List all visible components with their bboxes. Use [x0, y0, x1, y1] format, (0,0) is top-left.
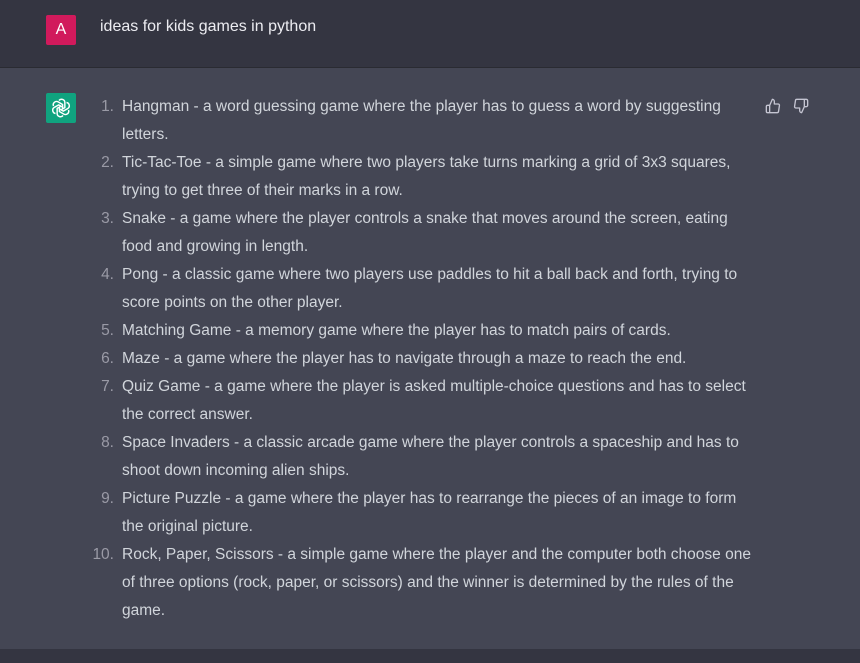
list-item: 5. Matching Game - a memory game where th…	[90, 317, 760, 345]
list-item-number: 7.	[101, 378, 114, 395]
list-item-number: 9.	[101, 490, 114, 507]
list-item-text: Hangman - a word guessing game where the…	[122, 98, 721, 143]
user-message-text: ideas for kids games in python	[100, 18, 317, 35]
list-item: 8. Space Invaders - a classic arcade game…	[90, 429, 760, 485]
bottom-bar	[0, 649, 860, 663]
thumbs-down-icon	[793, 98, 809, 114]
list-item: 3. Snake - a game where the player contro…	[90, 205, 760, 261]
list-item-text: Rock, Paper, Scissors - a simple game wh…	[122, 546, 751, 619]
list-item-number: 1.	[101, 98, 114, 115]
list-item-text: Picture Puzzle - a game where the player…	[122, 490, 737, 535]
list-item-text: Quiz Game - a game where the player is a…	[122, 378, 746, 423]
thumbs-up-icon	[765, 98, 781, 114]
list-item-number: 2.	[101, 154, 114, 171]
list-item-text: Matching Game - a memory game where the …	[122, 322, 671, 339]
list-item-text: Pong - a classic game where two players …	[122, 266, 738, 311]
list-item-text: Snake - a game where the player controls…	[122, 210, 728, 255]
assistant-avatar	[46, 93, 76, 123]
user-avatar: A	[46, 15, 76, 45]
openai-logo-icon	[52, 98, 70, 118]
list-item: 2. Tic-Tac-Toe - a simple game where two …	[90, 149, 760, 205]
list-item: 10. Rock, Paper, Scissors - a simple game…	[90, 541, 760, 625]
thumbs-down-button[interactable]	[792, 97, 810, 115]
list-item-number: 3.	[101, 210, 114, 227]
list-item-number: 8.	[101, 434, 114, 451]
list-item: 7. Quiz Game - a game where the player is…	[90, 373, 760, 429]
assistant-message-row: 1. Hangman - a word guessing game where t…	[0, 68, 860, 649]
list-item-number: 6.	[101, 350, 114, 367]
list-item-text: Space Invaders - a classic arcade game w…	[122, 434, 739, 479]
list-item: 4. Pong - a classic game where two player…	[90, 261, 760, 317]
user-message-row: A ideas for kids games in python	[0, 0, 860, 68]
list-item-text: Tic-Tac-Toe - a simple game where two pl…	[122, 154, 731, 199]
list-item: 6. Maze - a game where the player has to …	[90, 345, 760, 373]
list-item-number: 4.	[101, 266, 114, 283]
list-item-text: Maze - a game where the player has to na…	[122, 350, 687, 367]
thumbs-up-button[interactable]	[764, 97, 782, 115]
list-item: 1. Hangman - a word guessing game where t…	[90, 93, 760, 149]
answer-list: 1. Hangman - a word guessing game where t…	[90, 93, 760, 625]
list-item: 9. Picture Puzzle - a game where the play…	[90, 485, 760, 541]
list-item-number: 5.	[101, 322, 114, 339]
list-item-number: 10.	[92, 546, 114, 563]
